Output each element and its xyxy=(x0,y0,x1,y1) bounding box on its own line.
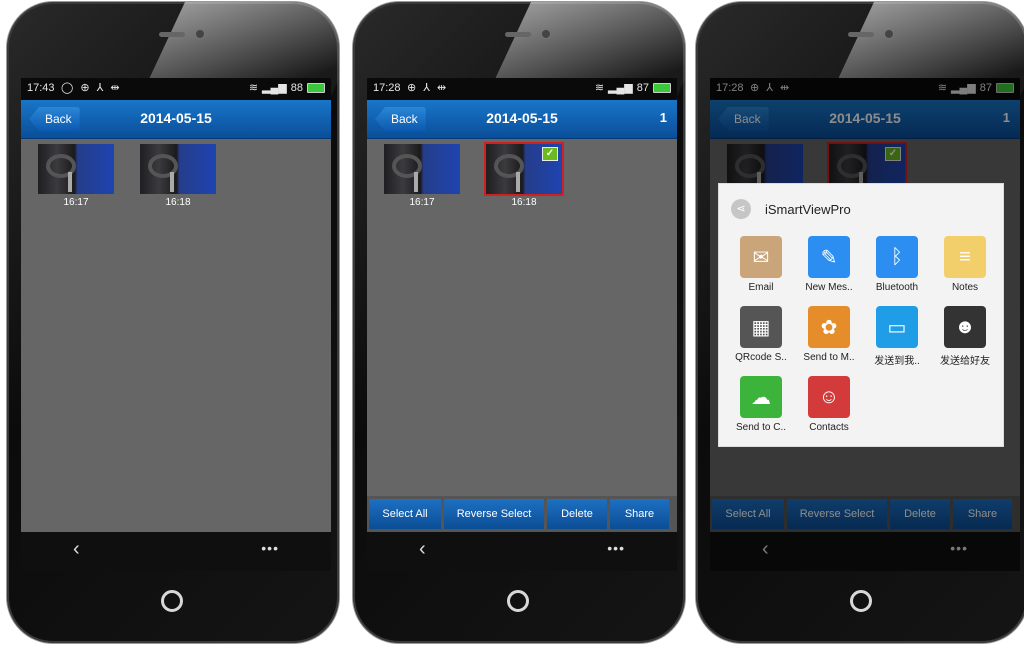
photo-thumbnail[interactable]: 16:17 xyxy=(384,144,460,216)
speaker-grille xyxy=(505,32,531,37)
screen-3: 17:28 ⊕ ⅄ ⇹ ≋ ▂▄▆ 87 Back 2014-05-15 1 ✓… xyxy=(710,78,1020,571)
photo-time: 16:17 xyxy=(63,197,89,208)
send-to-icon: ✿ xyxy=(808,306,850,348)
selected-count: 1 xyxy=(659,110,667,125)
front-camera xyxy=(542,30,550,38)
phone-3: 17:28 ⊕ ⅄ ⇹ ≋ ▂▄▆ 87 Back 2014-05-15 1 ✓… xyxy=(696,2,1024,643)
notification-icons: ◯ ⊕ ⅄ ⇹ xyxy=(61,82,122,94)
nav-back-icon[interactable]: ‹ xyxy=(419,538,426,561)
dialog-title: iSmartViewPro xyxy=(765,202,851,217)
status-bar: 17:43 ◯ ⊕ ⅄ ⇹ ≋ ▂▄▆ 88 xyxy=(21,78,331,100)
battery-level: 88 xyxy=(290,81,303,94)
screen-2: 17:28 ⊕ ⅄ ⇹ ≋ ▂▄▆ 87 Back 2014-05-15 1 1… xyxy=(367,78,677,571)
share-option-label: 发送到我.. xyxy=(874,356,920,367)
photo-thumbnail[interactable]: 16:17 xyxy=(38,144,114,216)
battery-level: 87 xyxy=(636,81,649,94)
share-option[interactable]: ✎ New Mes.. xyxy=(795,236,863,293)
home-button[interactable] xyxy=(850,590,872,612)
title-bar: Back 2014-05-15 1 xyxy=(367,100,677,139)
share-option[interactable]: ☻ 发送给好友 xyxy=(931,306,999,367)
status-time: 17:28 xyxy=(373,82,401,94)
share-option[interactable]: ≡ Notes xyxy=(931,236,999,293)
contacts-icon: ☺ xyxy=(808,376,850,418)
delete-button[interactable]: Delete xyxy=(547,499,607,529)
home-button[interactable] xyxy=(161,590,183,612)
status-time: 17:43 xyxy=(27,82,55,94)
status-bar: 17:28 ⊕ ⅄ ⇹ ≋ ▂▄▆ 87 xyxy=(367,78,677,100)
share-option-label: Email xyxy=(748,282,774,293)
share-option[interactable]: ✉ Email xyxy=(727,236,795,293)
photo-time: 16:18 xyxy=(511,197,537,208)
nav-bar: ‹ ••• xyxy=(367,532,677,571)
share-option[interactable]: ▦ QRcode S.. xyxy=(727,306,795,363)
share-option[interactable]: ☺ Contacts xyxy=(795,376,863,433)
share-dialog: ⋖ iSmartViewPro ✉ Email ✎ New Mes.. ᛒ Bluetoo… xyxy=(718,183,1004,447)
photo-thumbnail[interactable]: 16:18 xyxy=(140,144,216,216)
bluetooth-icon: ᛒ xyxy=(876,236,918,278)
photo-time: 16:18 xyxy=(165,197,191,208)
speaker-grille xyxy=(159,32,185,37)
qrcode-icon: ▦ xyxy=(740,306,782,348)
signal-icon: ▂▄▆ xyxy=(608,82,633,94)
share-icon: ⋖ xyxy=(731,199,751,219)
select-all-button[interactable]: Select All xyxy=(369,499,441,529)
email-icon: ✉ xyxy=(740,236,782,278)
share-option[interactable]: ✿ Send to M.. xyxy=(795,306,863,363)
phone-1: 17:43 ◯ ⊕ ⅄ ⇹ ≋ ▂▄▆ 88 Back 2014-05-15 1… xyxy=(7,2,339,643)
wifi-icon: ≋ xyxy=(248,82,259,94)
speaker-grille xyxy=(848,32,874,37)
share-option-label: Notes xyxy=(951,282,979,293)
qq-icon: ☻ xyxy=(944,306,986,348)
reverse-select-button[interactable]: Reverse Select xyxy=(444,499,544,529)
battery-icon xyxy=(653,82,671,93)
action-bar: Select All Reverse Select Delete Share xyxy=(367,496,677,532)
share-option-label: 发送给好友 xyxy=(940,356,990,367)
notes-icon: ≡ xyxy=(944,236,986,278)
front-camera xyxy=(885,30,893,38)
share-option-label: Contacts xyxy=(809,422,849,433)
share-option-label: Bluetooth xyxy=(875,282,919,293)
checkmark-icon[interactable]: ✓ xyxy=(542,147,558,161)
share-option[interactable]: ▭ 发送到我.. xyxy=(863,306,931,367)
nav-back-icon[interactable]: ‹ xyxy=(73,538,80,561)
signal-icon: ▂▄▆ xyxy=(262,82,287,94)
share-option-label: Send to C.. xyxy=(735,422,787,433)
photo-time: 16:17 xyxy=(409,197,435,208)
front-camera xyxy=(196,30,204,38)
share-option-label: Send to M.. xyxy=(803,352,855,363)
page-title: 2014-05-15 xyxy=(486,110,558,126)
share-option-label: New Mes.. xyxy=(805,282,853,293)
more-icon[interactable]: ••• xyxy=(607,540,625,556)
nav-bar: ‹ ••• xyxy=(21,532,331,571)
title-bar: Back 2014-05-15 xyxy=(21,100,331,139)
page-title: 2014-05-15 xyxy=(140,110,212,126)
phone-2: 17:28 ⊕ ⅄ ⇹ ≋ ▂▄▆ 87 Back 2014-05-15 1 1… xyxy=(353,2,685,643)
share-button[interactable]: Share xyxy=(610,499,669,529)
wechat-icon: ☁ xyxy=(740,376,782,418)
photo-image xyxy=(384,144,460,194)
computer-icon: ▭ xyxy=(876,306,918,348)
photo-image xyxy=(140,144,216,194)
photo-image xyxy=(38,144,114,194)
screen-1: 17:43 ◯ ⊕ ⅄ ⇹ ≋ ▂▄▆ 88 Back 2014-05-15 1… xyxy=(21,78,331,571)
photo-thumbnail[interactable]: ✓ 16:18 xyxy=(486,144,562,216)
battery-icon xyxy=(307,82,325,93)
share-option-label: QRcode S.. xyxy=(735,352,787,363)
message-icon: ✎ xyxy=(808,236,850,278)
photo-image: ✓ xyxy=(486,144,562,194)
notification-icons: ⊕ ⅄ ⇹ xyxy=(407,82,449,94)
share-option[interactable]: ᛒ Bluetooth xyxy=(863,236,931,293)
wifi-icon: ≋ xyxy=(594,82,605,94)
share-option[interactable]: ☁ Send to C.. xyxy=(727,376,795,433)
home-button[interactable] xyxy=(507,590,529,612)
more-icon[interactable]: ••• xyxy=(261,540,279,556)
